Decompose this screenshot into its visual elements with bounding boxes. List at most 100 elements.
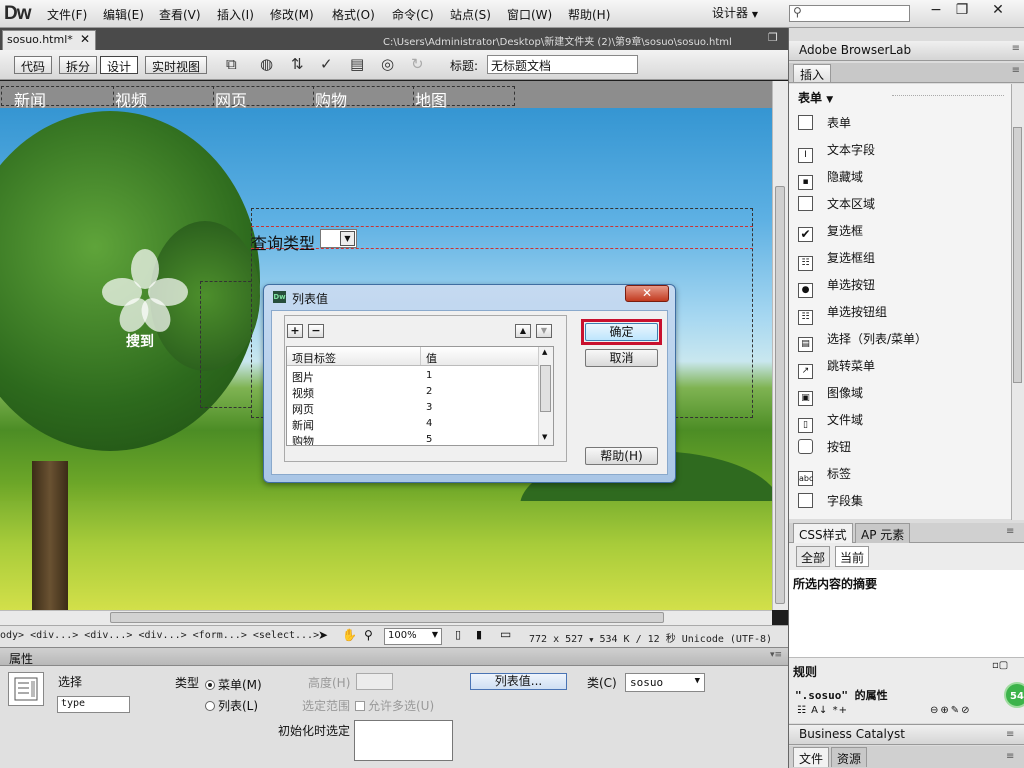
tab-css-styles[interactable]: CSS样式 xyxy=(793,523,853,543)
category-view-icon[interactable]: ☷ xyxy=(797,705,807,716)
insert-item-button[interactable]: 按钮 xyxy=(798,438,851,458)
multiscreen-icon[interactable]: ⧉ xyxy=(226,55,237,73)
tablet-size-icon[interactable]: ▮ xyxy=(476,628,482,641)
tab-assets[interactable]: 资源 xyxy=(831,747,868,767)
tag-selector[interactable]: ody> <div...> <div...> <div...> <form...… xyxy=(0,630,319,641)
table-row[interactable]: 网页 3 xyxy=(287,400,538,416)
nav-map[interactable]: 地图 xyxy=(415,87,447,111)
preview-browser-icon[interactable]: ◍ xyxy=(260,55,273,73)
check-compat-icon[interactable]: ✓ xyxy=(320,55,333,73)
insert-item-select[interactable]: ▤ 选择（列表/菜单） xyxy=(798,330,927,352)
attach-style-icon[interactable]: ⊖ xyxy=(930,705,940,716)
menu-window[interactable]: 窗口(W) xyxy=(507,6,552,23)
vertical-scroll-thumb[interactable] xyxy=(775,186,785,604)
window-size[interactable]: 772 x 527 xyxy=(529,634,583,645)
insert-item-image-field[interactable]: ▣ 图像域 xyxy=(798,384,863,406)
rules-view-icon[interactable]: ▫▢ xyxy=(992,660,1008,671)
menu-insert[interactable]: 插入(I) xyxy=(217,6,254,23)
table-row[interactable]: 视频 2 xyxy=(287,384,538,400)
close-tab-icon[interactable]: ✕ xyxy=(80,32,90,46)
col-item-label[interactable]: 项目标签 xyxy=(292,350,336,366)
validate-icon[interactable]: ◎ xyxy=(381,55,394,73)
list-radio[interactable]: 列表(L) xyxy=(205,697,258,714)
notification-badge[interactable]: 54 xyxy=(1004,682,1024,708)
panel-options-icon[interactable]: ≡ xyxy=(1012,65,1020,76)
height-input[interactable] xyxy=(356,673,393,690)
insert-item-checkbox[interactable]: ✔ 复选框 xyxy=(798,222,863,242)
close-icon[interactable]: ✕ xyxy=(984,2,1012,20)
insert-item-text-field[interactable]: I 文本字段 xyxy=(798,141,875,163)
menu-site[interactable]: 站点(S) xyxy=(450,6,491,23)
all-rules-button[interactable]: 全部 xyxy=(796,546,831,567)
edit-rule-icon[interactable]: ✎ xyxy=(951,705,961,716)
insert-item-radio-group[interactable]: ☷ 单选按钮组 xyxy=(798,303,887,325)
view-live-button[interactable]: 实时视图 xyxy=(145,56,208,74)
menu-modify[interactable]: 修改(M) xyxy=(270,6,314,23)
insert-item-file-field[interactable]: ▯ 文件域 xyxy=(798,411,863,433)
move-down-icon[interactable]: ▼ xyxy=(536,324,552,338)
cancel-button[interactable]: 取消 xyxy=(585,349,658,367)
dialog-close-button[interactable]: ✕ xyxy=(625,285,669,302)
help-button[interactable]: 帮助(H) xyxy=(585,447,658,465)
query-type-select[interactable]: ▼ xyxy=(320,229,357,248)
table-row[interactable]: 新闻 4 xyxy=(287,416,538,432)
nav-shopping[interactable]: 购物 xyxy=(315,87,347,111)
nav-video[interactable]: 视频 xyxy=(115,87,147,111)
menu-radio[interactable]: 菜单(M) xyxy=(205,676,262,693)
panel-options-icon[interactable]: ≡ xyxy=(1012,43,1020,54)
insert-item-textarea[interactable]: 文本区域 xyxy=(798,195,875,215)
disable-icon[interactable]: ⊘ xyxy=(961,705,971,716)
insert-item-checkbox-group[interactable]: ☷ 复选框组 xyxy=(798,249,875,271)
panel-options-icon[interactable]: ▾≡ xyxy=(770,650,782,660)
set-properties-icon[interactable]: *+ xyxy=(833,705,848,716)
ok-button[interactable]: 确定 xyxy=(585,323,658,341)
current-rules-button[interactable]: 当前 xyxy=(835,546,870,567)
restore-icon[interactable]: ❐ xyxy=(948,2,976,20)
add-item-icon[interactable]: + xyxy=(287,324,303,338)
insert-tab[interactable]: 插入 xyxy=(793,64,832,82)
desktop-size-icon[interactable]: ▭ xyxy=(500,627,511,641)
insert-item-fieldset[interactable]: 字段集 xyxy=(798,492,863,512)
menu-commands[interactable]: 命令(C) xyxy=(392,6,434,23)
menu-edit[interactable]: 编辑(E) xyxy=(103,6,144,23)
table-row[interactable]: 购物 5 xyxy=(287,432,538,445)
insert-item-form[interactable]: 表单 xyxy=(798,114,851,134)
nav-news[interactable]: 新闻 xyxy=(14,87,46,111)
horizontal-scroll-thumb[interactable] xyxy=(110,612,664,623)
document-tab[interactable]: sosuo.html* ✕ xyxy=(2,30,96,50)
initial-selected-list[interactable] xyxy=(354,720,453,761)
insert-category-select[interactable]: 表单 ▼ xyxy=(798,89,833,106)
help-search-input[interactable]: ⚲ xyxy=(789,5,910,22)
insert-item-jump-menu[interactable]: ↗ 跳转菜单 xyxy=(798,357,875,379)
panel-options-icon[interactable]: ≡ xyxy=(1006,729,1014,740)
allow-multiple-checkbox[interactable]: 允许多选(U) xyxy=(355,697,434,714)
restore-doc-icon[interactable]: ❐ xyxy=(768,31,778,44)
menu-view[interactable]: 查看(V) xyxy=(159,6,201,23)
scroll-up-icon[interactable]: ▲ xyxy=(542,348,547,356)
minimize-icon[interactable]: − xyxy=(922,2,950,20)
nav-web[interactable]: 网页 xyxy=(215,87,247,111)
panel-options-icon[interactable]: ≡ xyxy=(1006,526,1014,537)
file-management-icon[interactable]: ⇅ xyxy=(291,55,304,73)
new-rule-icon[interactable]: ⊕ xyxy=(940,705,950,716)
view-code-button[interactable]: 代码 xyxy=(14,56,53,74)
tab-ap-elements[interactable]: AP 元素 xyxy=(855,523,911,543)
hand-tool-icon[interactable]: ✋ xyxy=(342,628,357,642)
doc-title-input[interactable]: 无标题文档 xyxy=(487,55,638,74)
insert-item-label[interactable]: abc 标签 xyxy=(798,465,851,486)
workspace-switcher[interactable]: 设计器 ▼ xyxy=(712,4,758,21)
visual-aids-icon[interactable]: ▤ xyxy=(350,55,364,73)
move-up-icon[interactable]: ▲ xyxy=(515,324,531,338)
zoom-tool-icon[interactable]: ⚲ xyxy=(364,628,373,642)
mobile-size-icon[interactable]: ▯ xyxy=(455,628,461,641)
select-tool-icon[interactable]: ➤ xyxy=(318,628,328,642)
view-split-button[interactable]: 拆分 xyxy=(59,56,98,74)
refresh-icon[interactable]: ↻ xyxy=(411,55,424,73)
insert-item-hidden-field[interactable]: ▪ 隐藏域 xyxy=(798,168,863,190)
alpha-view-icon[interactable]: A↓ xyxy=(811,705,828,716)
panel-options-icon[interactable]: ≡ xyxy=(1006,751,1014,762)
browserlab-panel-header[interactable]: Adobe BrowserLab ≡ xyxy=(789,41,1024,61)
menu-file[interactable]: 文件(F) xyxy=(47,6,87,23)
remove-item-icon[interactable]: − xyxy=(308,324,324,338)
menu-format[interactable]: 格式(O) xyxy=(332,6,375,23)
